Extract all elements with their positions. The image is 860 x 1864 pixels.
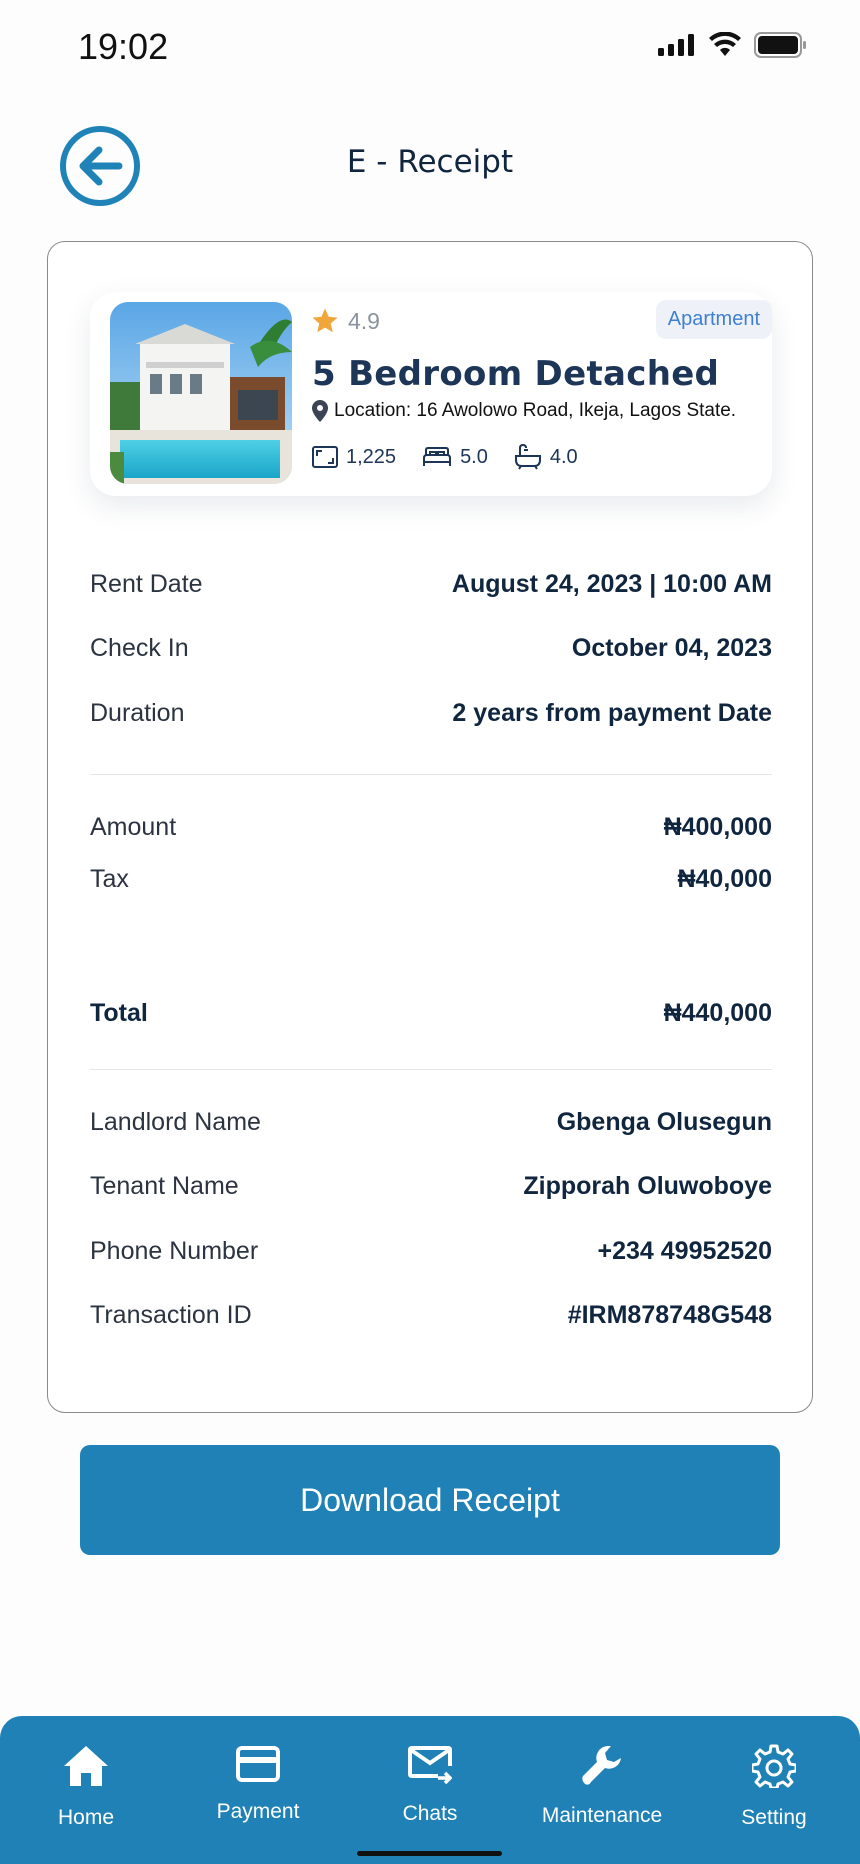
phone-label: Phone Number <box>90 1237 259 1265</box>
nav-setting-label: Setting <box>741 1806 807 1829</box>
tax-row: Tax ₦40,000 <box>90 865 772 894</box>
check-in-value: October 04, 2023 <box>571 634 772 662</box>
transaction-row: Transaction ID #IRM878748G548 <box>90 1301 772 1330</box>
bathrooms-value: 4.0 <box>549 445 578 468</box>
transaction-label: Transaction ID <box>90 1301 252 1329</box>
tenant-value: Zipporah Oluwoboye <box>523 1172 772 1200</box>
check-in-label: Check In <box>90 634 189 662</box>
location-text: Location: 16 Awolowo Road, Ikeja, Lagos … <box>334 400 737 421</box>
download-receipt-button[interactable]: Download Receipt <box>80 1445 780 1555</box>
area-feature: 1,225 <box>312 446 396 469</box>
bed-icon <box>423 447 452 466</box>
bottom-nav: Home Payment Chats Maintenance Setting <box>0 1716 860 1864</box>
tax-value: ₦40,000 <box>677 865 772 893</box>
nav-chats-label: Chats <box>402 1802 458 1825</box>
rent-date-value: August 24, 2023 | 10:00 AM <box>451 570 772 598</box>
total-row: Total ₦440,000 <box>90 999 772 1028</box>
receipt-card: 4.9 Apartment 5 Bedroom Detached Locatio… <box>47 241 813 1413</box>
landlord-label: Landlord Name <box>90 1108 261 1136</box>
wrench-icon <box>582 1746 621 1785</box>
nav-home-label: Home <box>57 1806 115 1829</box>
amount-value: ₦400,000 <box>663 813 772 841</box>
nav-maintenance[interactable]: Maintenance <box>522 1716 682 1864</box>
tenant-label: Tenant Name <box>90 1172 239 1200</box>
status-bar: 19:02 <box>0 0 860 96</box>
nav-home[interactable]: Home <box>6 1716 166 1864</box>
total-value: ₦440,000 <box>663 999 772 1027</box>
property-features: 1,225 5.0 4.0 <box>312 444 578 470</box>
bedroom-feature: 5.0 <box>422 446 488 469</box>
gear-icon <box>752 1744 796 1788</box>
tax-label: Tax <box>90 865 129 893</box>
page-title: E - Receipt <box>346 144 514 180</box>
divider <box>90 1069 772 1070</box>
duration-value: 2 years from payment Date <box>452 699 772 727</box>
phone-value: +234 49952520 <box>597 1237 773 1265</box>
amount-row: Amount ₦400,000 <box>90 813 772 842</box>
location-pin-icon <box>312 400 328 422</box>
amount-label: Amount <box>90 813 177 841</box>
property-title: 5 Bedroom Detached <box>312 354 720 394</box>
check-in-row: Check In October 04, 2023 <box>90 634 772 663</box>
rating-value: 4.9 <box>348 307 380 334</box>
nav-chats[interactable]: Chats <box>350 1716 510 1864</box>
divider <box>90 774 772 775</box>
landlord-row: Landlord Name Gbenga Olusegun <box>90 1108 772 1137</box>
total-label: Total <box>90 999 148 1027</box>
property-type-badge: Apartment <box>655 300 772 339</box>
transaction-value: #IRM878748G548 <box>567 1301 772 1329</box>
home-indicator <box>357 1851 502 1856</box>
property-image <box>110 302 292 484</box>
bathtub-icon <box>514 444 541 470</box>
credit-card-icon <box>236 1746 280 1782</box>
header: E - Receipt <box>0 120 860 210</box>
nav-setting[interactable]: Setting <box>694 1716 854 1864</box>
home-icon <box>64 1746 108 1786</box>
duration-row: Duration 2 years from payment Date <box>90 699 772 728</box>
mail-send-icon <box>408 1746 452 1785</box>
bathroom-feature: 4.0 <box>514 444 578 470</box>
status-icons <box>658 32 808 58</box>
property-card[interactable]: 4.9 Apartment 5 Bedroom Detached Locatio… <box>90 292 772 496</box>
cellular-signal-icon <box>658 34 694 56</box>
nav-maintenance-label: Maintenance <box>541 1804 663 1827</box>
tenant-row: Tenant Name Zipporah Oluwoboye <box>90 1172 772 1201</box>
rent-date-label: Rent Date <box>90 570 203 598</box>
wifi-icon <box>709 32 741 56</box>
area-icon <box>312 446 338 468</box>
phone-row: Phone Number +234 49952520 <box>90 1237 772 1266</box>
battery-icon <box>754 32 806 58</box>
bedrooms-value: 5.0 <box>460 445 488 468</box>
status-time: 19:02 <box>78 26 169 67</box>
property-location: Location: 16 Awolowo Road, Ikeja, Lagos … <box>312 400 736 422</box>
duration-label: Duration <box>90 699 185 727</box>
star-icon <box>312 308 338 333</box>
rating: 4.9 <box>310 306 380 336</box>
area-value: 1,225 <box>346 445 397 468</box>
nav-payment[interactable]: Payment <box>178 1716 338 1864</box>
rent-date-row: Rent Date August 24, 2023 | 10:00 AM <box>90 570 772 599</box>
landlord-value: Gbenga Olusegun <box>556 1108 772 1136</box>
nav-payment-label: Payment <box>216 1800 300 1823</box>
